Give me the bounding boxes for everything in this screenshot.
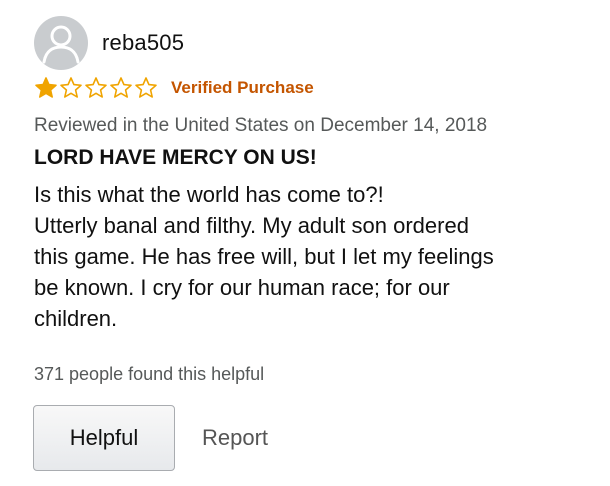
star-outline-icon: [60, 77, 82, 98]
review-body: Is this what the world has come to?! Utt…: [34, 179, 594, 334]
review-title: LORD HAVE MERCY ON US!: [34, 146, 317, 169]
star-outline-icon: [110, 77, 132, 98]
review-date: Reviewed in the United States on Decembe…: [34, 115, 488, 136]
reviewer-name[interactable]: reba505: [102, 30, 184, 56]
star-filled-icon: [35, 77, 57, 98]
reviewer-profile[interactable]: reba505: [34, 16, 184, 70]
helpful-button[interactable]: Helpful: [33, 405, 175, 471]
review-body-line: Utterly banal and filthy. My adult son o…: [34, 213, 469, 238]
star-outline-icon: [135, 77, 157, 98]
user-silhouette-icon: [42, 25, 80, 64]
report-link[interactable]: Report: [202, 425, 268, 451]
avatar[interactable]: [34, 16, 88, 70]
review-body-line: children.: [34, 306, 118, 331]
star-outline-icon: [85, 77, 107, 98]
review-actions: Helpful Report: [33, 405, 268, 471]
star-rating[interactable]: [34, 76, 159, 99]
review-body-line: be known. I cry for our human race; for …: [34, 275, 450, 300]
review-card: reba505 Verified Purchase Reviewed in th…: [0, 0, 610, 486]
rating-row: Verified Purchase: [34, 76, 314, 99]
review-body-line: this game. He has free will, but I let m…: [34, 244, 494, 269]
verified-purchase-badge: Verified Purchase: [171, 77, 314, 97]
review-body-line: Is this what the world has come to?!: [34, 182, 384, 207]
helpful-count: 371 people found this helpful: [34, 364, 265, 384]
